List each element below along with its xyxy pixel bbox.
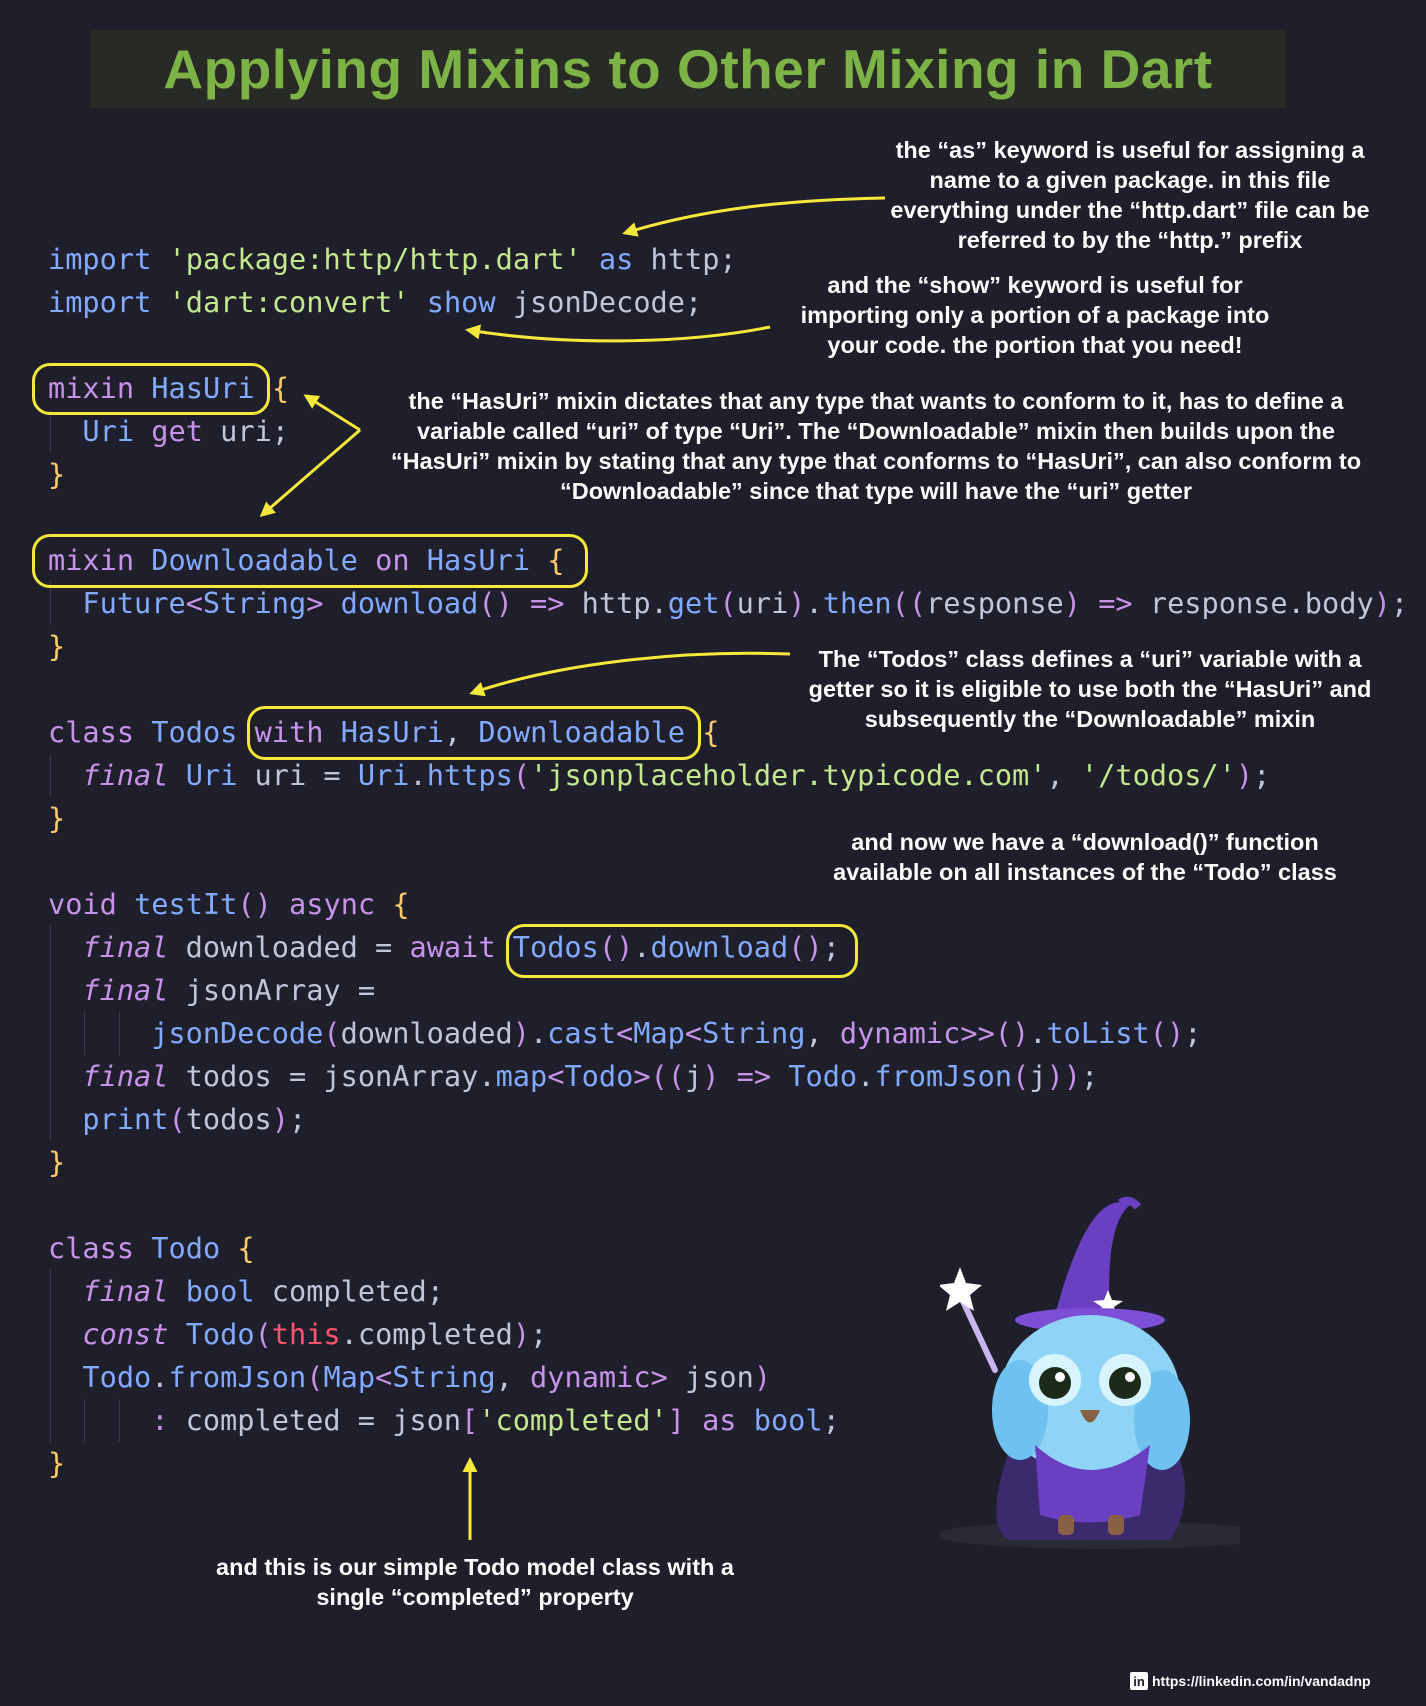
arrow-to-as-keyword [622,196,886,237]
footer-url[interactable]: https://linkedin.com/in/vandadnp [1152,1673,1371,1689]
linkedin-icon: in [1130,1672,1148,1690]
arrow-to-with-clause [469,651,791,697]
arrow-to-downloadable [259,428,361,517]
wizard-owl-mascot [940,1196,1240,1549]
footer: in https://linkedin.com/in/vandadnp [1130,1670,1371,1692]
arrow-to-hasuri [303,394,361,432]
arrow-to-show-keyword [465,324,771,343]
